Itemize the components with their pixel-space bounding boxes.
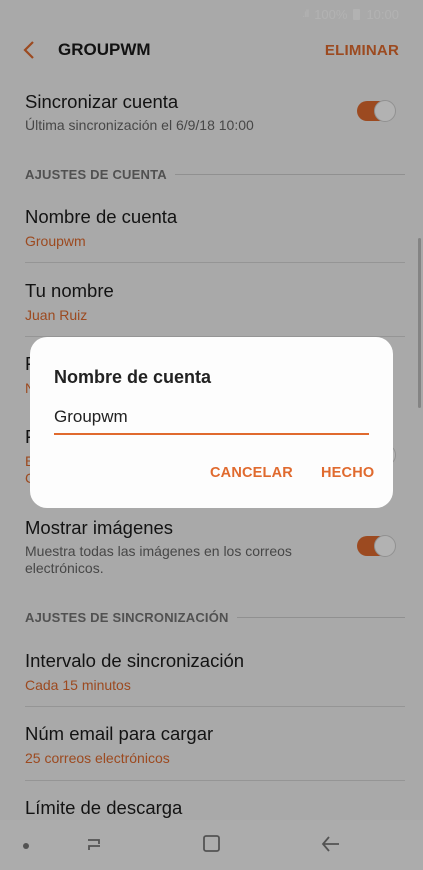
account-name-input[interactable]: Groupwm [54,407,369,435]
rename-account-dialog: Nombre de cuenta Groupwm CANCELAR HECHO [30,337,393,508]
dialog-title: Nombre de cuenta [54,367,212,387]
done-button[interactable]: HECHO [321,465,374,481]
cancel-button[interactable]: CANCELAR [210,465,293,481]
